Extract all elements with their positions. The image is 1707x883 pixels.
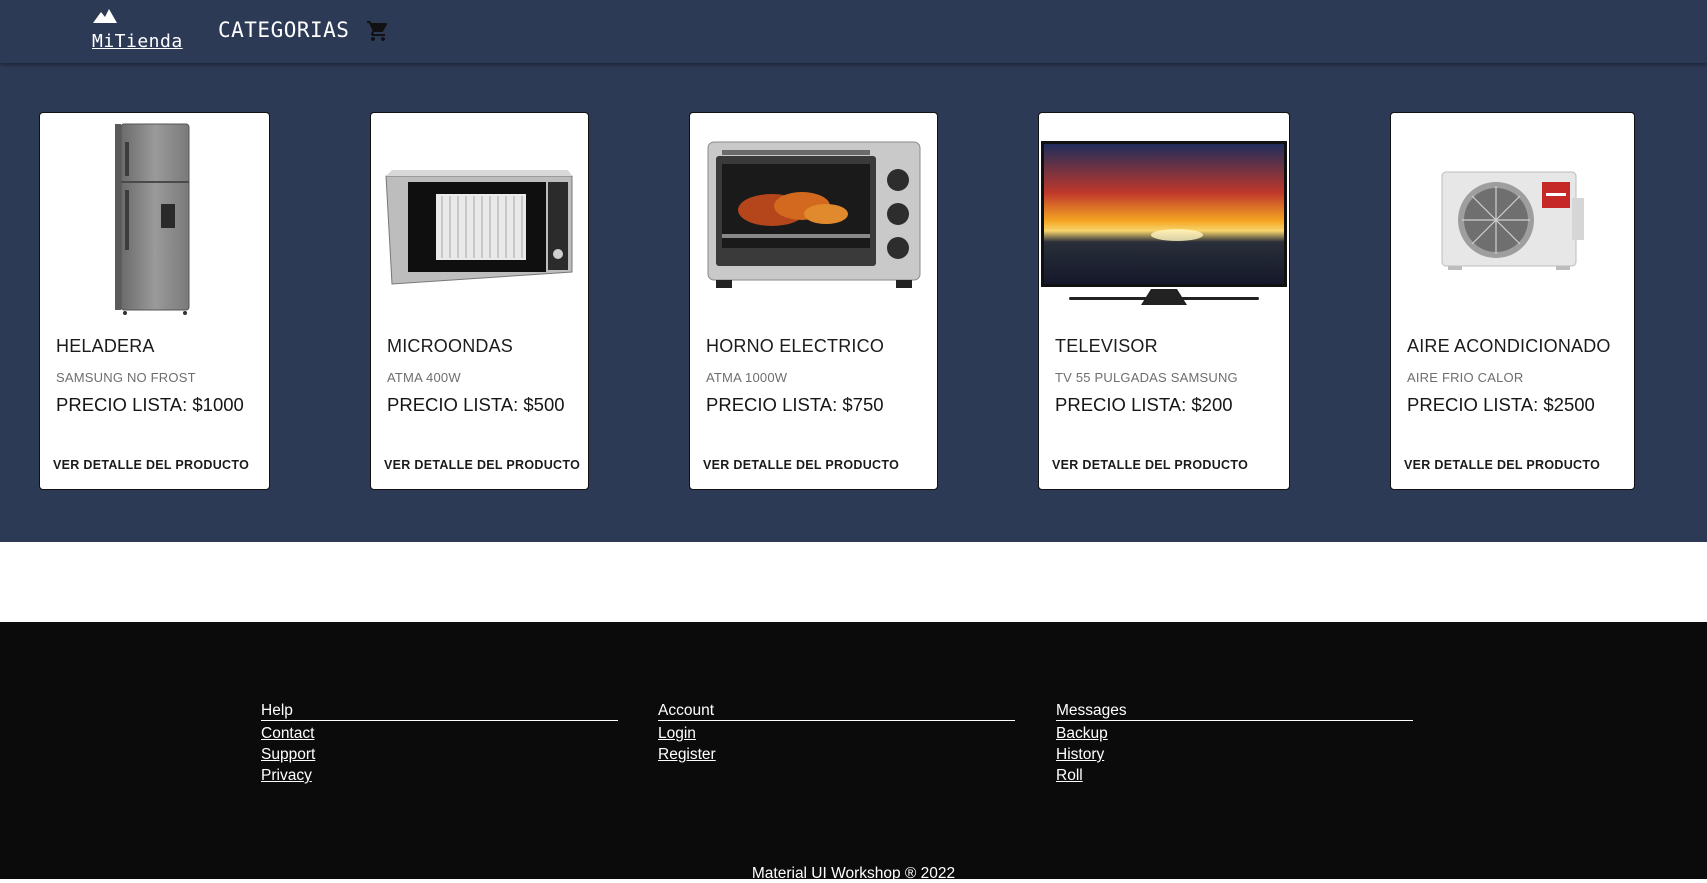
product-subtitle: TV 55 PULGADAS SAMSUNG bbox=[1055, 370, 1238, 385]
mountain-icon bbox=[93, 9, 117, 23]
product-price: PRECIO LISTA: $2500 bbox=[1407, 394, 1595, 415]
view-product-detail-button[interactable]: VER DETALLE DEL PRODUCTO bbox=[384, 458, 580, 472]
product-price: PRECIO LISTA: $200 bbox=[1055, 394, 1233, 415]
view-product-detail-button[interactable]: VER DETALLE DEL PRODUCTO bbox=[703, 458, 899, 472]
product-card: HELADERA SAMSUNG NO FROST PRECIO LISTA: … bbox=[39, 112, 270, 490]
brand-link[interactable]: MiTienda bbox=[92, 8, 196, 56]
product-card: TELEVISOR TV 55 PULGADAS SAMSUNG PRECIO … bbox=[1038, 112, 1290, 490]
view-product-detail-button[interactable]: VER DETALLE DEL PRODUCTO bbox=[1052, 458, 1248, 472]
view-product-detail-button[interactable]: VER DETALLE DEL PRODUCTO bbox=[53, 458, 249, 472]
product-card: AIRE ACONDICIONADO AIRE FRIO CALOR PRECI… bbox=[1390, 112, 1635, 490]
footer-link-roll[interactable]: Roll bbox=[1056, 765, 1413, 786]
footer-link-contact[interactable]: Contact bbox=[261, 723, 618, 744]
refrigerator-image bbox=[40, 113, 269, 319]
product-subtitle: AIRE FRIO CALOR bbox=[1407, 370, 1524, 385]
product-title: MICROONDAS bbox=[387, 336, 514, 356]
product-subtitle: SAMSUNG NO FROST bbox=[56, 370, 196, 385]
product-subtitle: ATMA 400W bbox=[387, 370, 461, 385]
product-subtitle: ATMA 1000W bbox=[706, 370, 788, 385]
product-card: HORNO ELECTRICO ATMA 1000W PRECIO LISTA:… bbox=[689, 112, 938, 490]
footer-column-help: Help Contact Support Privacy bbox=[261, 702, 618, 786]
footer-link-privacy[interactable]: Privacy bbox=[261, 765, 618, 786]
product-price: PRECIO LISTA: $1000 bbox=[56, 394, 244, 415]
footer: Help Contact Support Privacy Account Log… bbox=[0, 622, 1707, 882]
footer-link-backup[interactable]: Backup bbox=[1056, 723, 1413, 744]
product-card: MICROONDAS ATMA 400W PRECIO LISTA: $500 … bbox=[370, 112, 589, 490]
electric-oven-image bbox=[690, 113, 937, 319]
footer-link-support[interactable]: Support bbox=[261, 744, 618, 765]
television-image bbox=[1039, 113, 1289, 319]
microwave-image bbox=[371, 113, 588, 319]
product-price: PRECIO LISTA: $750 bbox=[706, 394, 884, 415]
brand-name: MiTienda bbox=[92, 31, 183, 52]
footer-heading: Account bbox=[658, 702, 1015, 721]
categories-link[interactable]: CATEGORIAS bbox=[218, 18, 349, 42]
footer-link-history[interactable]: History bbox=[1056, 744, 1413, 765]
footer-heading: Help bbox=[261, 702, 618, 721]
copyright-text: Material UI Workshop ® 2022 bbox=[751, 865, 956, 882]
product-title: HELADERA bbox=[56, 336, 155, 356]
product-title: AIRE ACONDICIONADO bbox=[1407, 336, 1611, 356]
app-bar: MiTienda CATEGORIAS bbox=[0, 0, 1707, 63]
product-title: TELEVISOR bbox=[1055, 336, 1158, 356]
air-conditioner-image bbox=[1391, 113, 1634, 319]
footer-link-register[interactable]: Register bbox=[658, 744, 1015, 765]
shopping-cart-icon[interactable] bbox=[366, 19, 390, 43]
product-price: PRECIO LISTA: $500 bbox=[387, 394, 565, 415]
footer-column-account: Account Login Register bbox=[658, 702, 1015, 765]
footer-link-login[interactable]: Login bbox=[658, 723, 1015, 744]
footer-column-messages: Messages Backup History Roll bbox=[1056, 702, 1413, 786]
footer-heading: Messages bbox=[1056, 702, 1413, 721]
view-product-detail-button[interactable]: VER DETALLE DEL PRODUCTO bbox=[1404, 458, 1600, 472]
product-title: HORNO ELECTRICO bbox=[706, 336, 885, 356]
